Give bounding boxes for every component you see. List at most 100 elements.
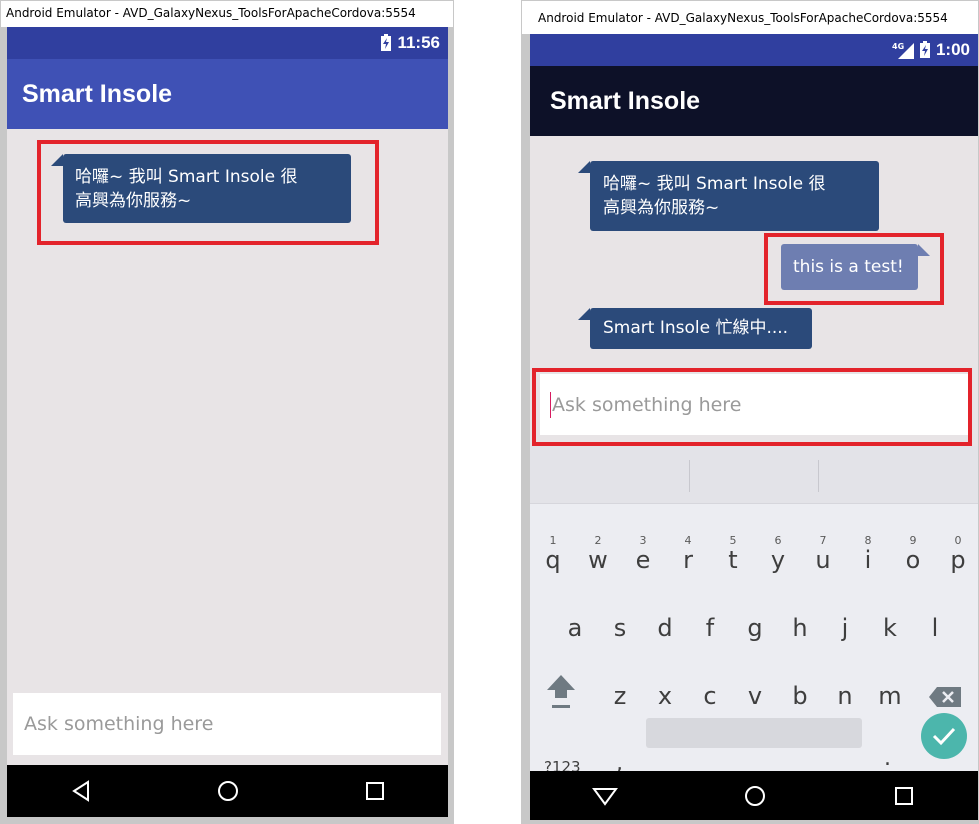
- bubble-tail: [918, 244, 930, 256]
- left-app-bar: Smart Insole: [7, 59, 448, 129]
- key-i[interactable]: 8i: [846, 526, 890, 586]
- key-a[interactable]: a: [553, 594, 597, 654]
- key-label: t: [728, 546, 738, 574]
- text-cursor: [550, 391, 551, 418]
- key-s[interactable]: s: [598, 594, 642, 654]
- soft-keyboard: 1q2w3e4r5t6y7u8i9o0p asdfghjkl zxcvbnm ?…: [530, 446, 978, 776]
- message-line: 哈囉~ 我叫 Smart Insole 很: [75, 167, 298, 187]
- key-h[interactable]: h: [778, 594, 822, 654]
- home-icon[interactable]: [743, 784, 767, 808]
- left-window-title: Android Emulator - AVD_GalaxyNexus_Tools…: [1, 1, 453, 27]
- key-label: r: [683, 546, 693, 574]
- home-icon[interactable]: [216, 779, 240, 803]
- key-label: n: [837, 682, 853, 710]
- suggestion-divider: [818, 460, 819, 492]
- key-label: k: [883, 614, 897, 642]
- input-placeholder: Ask something here: [24, 713, 214, 735]
- key-label: m: [878, 682, 902, 710]
- battery-charging-icon: [919, 41, 930, 58]
- bubble-tail: [578, 161, 590, 173]
- message-line: 哈囉~ 我叫 Smart Insole 很: [603, 174, 826, 194]
- right-user-message: this is a test!: [781, 244, 930, 290]
- battery-charging-icon: [381, 34, 392, 51]
- right-app-bar: Smart Insole: [530, 66, 978, 136]
- right-bot-message-2: Smart Insole 忙線中....: [578, 308, 812, 349]
- key-label: l: [931, 614, 939, 642]
- key-e[interactable]: 3e: [621, 526, 665, 586]
- key-label: v: [747, 682, 763, 710]
- key-b[interactable]: b: [778, 662, 822, 722]
- key-label: o: [905, 546, 921, 574]
- back-icon[interactable]: [592, 786, 619, 806]
- key-label: d: [657, 614, 673, 642]
- left-chat-input[interactable]: Ask something here: [13, 693, 441, 755]
- bubble-tail: [578, 308, 590, 320]
- left-bot-message: 哈囉~ 我叫 Smart Insole 很 高興為你服務~: [51, 154, 351, 223]
- key-g[interactable]: g: [733, 594, 777, 654]
- key-z[interactable]: z: [598, 662, 642, 722]
- recents-icon[interactable]: [892, 784, 916, 808]
- key-w[interactable]: 2w: [576, 526, 620, 586]
- right-bot-message-1: 哈囉~ 我叫 Smart Insole 很 高興為你服務~: [578, 161, 879, 231]
- key-l[interactable]: l: [913, 594, 957, 654]
- space-bar[interactable]: [646, 718, 862, 748]
- left-nav-bar: [7, 765, 448, 817]
- left-phone-screen: 11:56 Smart Insole 哈囉~ 我叫 Smart Insole 很…: [7, 27, 448, 817]
- message-line: 高興為你服務~: [75, 191, 192, 211]
- left-app-title: Smart Insole: [22, 79, 173, 108]
- right-status-bar: 4G 1:00: [530, 34, 978, 66]
- suggestion-strip: [530, 446, 978, 504]
- enter-key[interactable]: [921, 713, 967, 759]
- key-v[interactable]: v: [733, 662, 777, 722]
- key-label: b: [792, 682, 808, 710]
- period-key[interactable]: .: [884, 746, 891, 771]
- key-label: h: [792, 614, 808, 642]
- bubble-tail: [51, 154, 63, 166]
- recents-icon[interactable]: [363, 779, 387, 803]
- left-status-bar: 11:56: [7, 27, 448, 59]
- key-f[interactable]: f: [688, 594, 732, 654]
- key-label: f: [705, 614, 715, 642]
- key-label: y: [770, 546, 786, 574]
- back-icon[interactable]: [69, 779, 93, 803]
- backspace-icon[interactable]: [928, 686, 962, 708]
- signal-4g-icon: 4G: [892, 42, 914, 59]
- key-label: i: [864, 546, 872, 574]
- key-label: c: [703, 682, 717, 710]
- key-o[interactable]: 9o: [891, 526, 935, 586]
- key-m[interactable]: m: [868, 662, 912, 722]
- message-text: this is a test!: [793, 257, 904, 277]
- shift-icon[interactable]: [544, 671, 578, 709]
- key-label: w: [588, 546, 608, 574]
- right-status-time: 1:00: [935, 40, 970, 59]
- key-y[interactable]: 6y: [756, 526, 800, 586]
- key-k[interactable]: k: [868, 594, 912, 654]
- key-j[interactable]: j: [823, 594, 867, 654]
- input-placeholder: Ask something here: [552, 393, 742, 416]
- right-app-title: Smart Insole: [550, 86, 701, 115]
- key-label: e: [635, 546, 651, 574]
- key-label: a: [567, 614, 583, 642]
- key-label: g: [747, 614, 763, 642]
- key-p[interactable]: 0p: [936, 526, 978, 586]
- right-nav-bar: [530, 771, 978, 820]
- key-label: q: [545, 546, 561, 574]
- key-c[interactable]: c: [688, 662, 732, 722]
- key-label: p: [950, 546, 966, 574]
- right-window-title: Android Emulator - AVD_GalaxyNexus_Tools…: [522, 1, 978, 34]
- key-q[interactable]: 1q: [531, 526, 575, 586]
- key-label: s: [613, 614, 627, 642]
- key-x[interactable]: x: [643, 662, 687, 722]
- key-label: x: [657, 682, 673, 710]
- right-chat-input[interactable]: Ask something here: [540, 374, 968, 435]
- key-label: j: [841, 614, 849, 642]
- key-label: z: [613, 682, 627, 710]
- key-d[interactable]: d: [643, 594, 687, 654]
- svg-text:4G: 4G: [892, 42, 904, 51]
- left-status-time: 11:56: [397, 33, 440, 52]
- key-u[interactable]: 7u: [801, 526, 845, 586]
- right-emulator-window: Android Emulator - AVD_GalaxyNexus_Tools…: [521, 0, 979, 824]
- key-n[interactable]: n: [823, 662, 867, 722]
- key-t[interactable]: 5t: [711, 526, 755, 586]
- key-r[interactable]: 4r: [666, 526, 710, 586]
